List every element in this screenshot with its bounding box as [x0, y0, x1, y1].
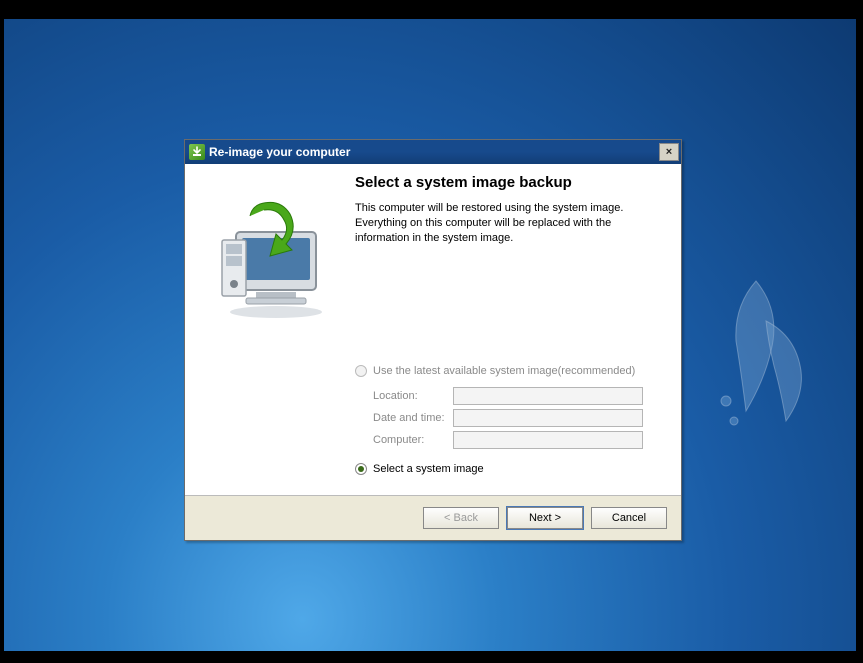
cancel-button[interactable]: Cancel — [591, 507, 667, 529]
location-label: Location: — [373, 390, 453, 402]
wallpaper-decoration — [696, 271, 816, 431]
wizard-backup-icon — [200, 190, 340, 330]
cancel-button-label: Cancel — [612, 512, 646, 524]
wizard-image-pane — [185, 164, 355, 496]
latest-image-details: Location: Date and time: Computer: — [373, 387, 667, 449]
computer-label: Computer: — [373, 434, 453, 446]
close-button[interactable]: × — [659, 143, 679, 161]
back-button-label: < Back — [444, 512, 478, 524]
computer-value — [453, 431, 643, 449]
radio-use-latest: Use the latest available system image(re… — [355, 365, 667, 377]
next-button[interactable]: Next > — [507, 507, 583, 529]
wizard-main-pane: Select a system image backup This comput… — [355, 164, 681, 496]
page-heading: Select a system image backup — [355, 174, 667, 191]
radio-select-image[interactable]: Select a system image — [355, 463, 667, 475]
radio-icon — [355, 463, 367, 475]
close-icon: × — [666, 146, 672, 158]
window-title: Re-image your computer — [209, 145, 659, 159]
date-time-label: Date and time: — [373, 412, 453, 424]
date-time-value — [453, 409, 643, 427]
back-button: < Back — [423, 507, 499, 529]
radio-select-image-label: Select a system image — [373, 463, 484, 475]
options-group: Use the latest available system image(re… — [355, 365, 667, 475]
button-row: < Back Next > Cancel — [185, 496, 681, 540]
wizard-dialog: Re-image your computer × — [184, 139, 682, 541]
titlebar: Re-image your computer × — [185, 140, 681, 164]
radio-use-latest-label: Use the latest available system image(re… — [373, 365, 635, 377]
page-description: This computer will be restored using the… — [355, 201, 667, 246]
next-button-label: Next > — [529, 512, 561, 524]
radio-icon — [355, 365, 367, 377]
desktop-background: Re-image your computer × — [4, 19, 856, 651]
location-value — [453, 387, 643, 405]
app-icon — [189, 144, 205, 160]
content-area: Select a system image backup This comput… — [185, 164, 681, 497]
